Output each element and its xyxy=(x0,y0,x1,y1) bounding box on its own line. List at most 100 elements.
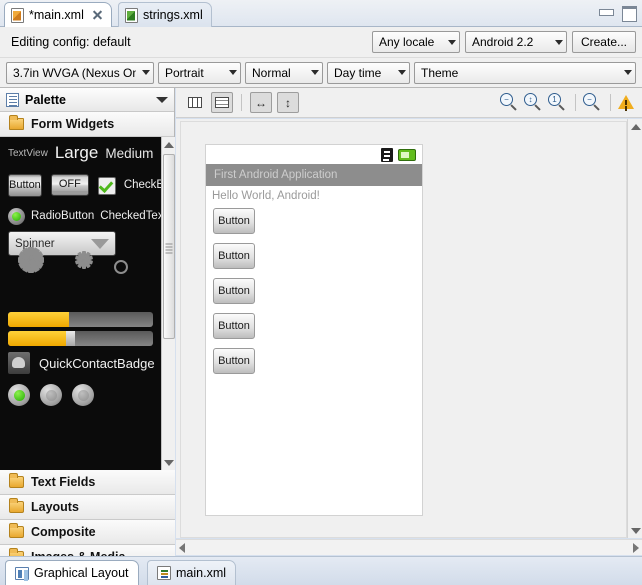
canvas-toolbar: ↔ ↕ − ↕ 1 − xyxy=(176,88,642,118)
zoom-actual-size-button[interactable]: 1 xyxy=(548,92,568,113)
radio-unselected-icon[interactable] xyxy=(40,384,62,406)
preview-button[interactable]: Button xyxy=(213,348,255,374)
scroll-up-icon[interactable] xyxy=(162,137,175,152)
device-config-bar: 3.7in WVGA (Nexus One) Portrait Normal D… xyxy=(0,58,642,88)
palette-header: Palette xyxy=(0,88,174,112)
widget-large-text[interactable]: Large xyxy=(55,143,98,163)
widget-togglebutton[interactable]: OFF xyxy=(50,174,89,196)
chevron-down-icon xyxy=(447,39,456,45)
preview-button[interactable]: Button xyxy=(213,208,255,234)
preview-button[interactable]: Button xyxy=(213,243,255,269)
palette-category-form-widgets[interactable]: Form Widgets xyxy=(0,112,174,137)
tab-graphical-layout[interactable]: Graphical Layout xyxy=(5,560,139,585)
radiobutton-icon[interactable] xyxy=(8,207,25,225)
palette-category-label: Form Widgets xyxy=(31,117,115,131)
layout-canvas[interactable]: First Android Application Hello World, A… xyxy=(176,119,642,538)
layout-columns-button[interactable] xyxy=(184,92,206,113)
zoom-controls: − ↕ 1 − xyxy=(500,92,634,113)
seek-fill xyxy=(8,331,69,346)
chevron-down-icon[interactable] xyxy=(156,96,168,103)
preview-button[interactable]: Button xyxy=(213,278,255,304)
radio-unselected-icon[interactable] xyxy=(72,384,94,406)
widget-textview[interactable]: TextView xyxy=(8,148,48,159)
radio-dots-row xyxy=(0,380,161,410)
hello-world-textview[interactable]: Hello World, Android! xyxy=(206,186,422,208)
palette-category-label: Text Fields xyxy=(31,475,96,489)
progressbar-medium-icon[interactable] xyxy=(68,251,100,292)
widget-medium-text[interactable]: Medium xyxy=(105,146,153,161)
palette-scrollbar[interactable] xyxy=(161,137,175,470)
palette-category-text-fields[interactable]: Text Fields xyxy=(0,470,175,495)
zoom-reduce-button[interactable]: − xyxy=(583,92,603,113)
android-target-select[interactable]: Android 2.2 xyxy=(464,31,567,53)
device-preview[interactable]: First Android Application Hello World, A… xyxy=(205,144,423,516)
fit-height-button[interactable]: ↕ xyxy=(277,92,299,113)
textview-widget-row: TextView Large Medium Small xyxy=(0,137,175,169)
palette-category-layouts[interactable]: Layouts xyxy=(0,495,175,520)
checkbox-icon[interactable] xyxy=(97,176,116,195)
palette-category-label: Layouts xyxy=(31,500,79,514)
tab-main-xml-source[interactable]: main.xml xyxy=(147,560,237,585)
arrows-horizontal-icon: ↔ xyxy=(255,95,267,110)
canvas-horizontal-scrollbar[interactable] xyxy=(176,539,642,555)
editor-tab-bar: *main.xml strings.xml xyxy=(0,0,642,27)
arrows-vertical-icon: ↕ xyxy=(285,95,291,110)
orientation-select[interactable]: Portrait xyxy=(158,61,241,84)
editor-tab-main-xml[interactable]: *main.xml xyxy=(4,2,112,27)
scroll-up-icon[interactable] xyxy=(628,119,642,134)
layout-rows-button[interactable] xyxy=(211,92,233,113)
warning-icon[interactable] xyxy=(618,95,634,110)
chevron-down-icon xyxy=(624,70,632,75)
screen-size-select[interactable]: Normal xyxy=(245,61,323,84)
chevron-down-icon xyxy=(229,70,237,75)
zoom-out-fit-button[interactable]: − xyxy=(500,92,520,113)
zoom-fit-button[interactable]: ↕ xyxy=(524,92,544,113)
theme-select[interactable]: Theme xyxy=(414,61,636,84)
scroll-down-icon[interactable] xyxy=(628,523,642,538)
progressbar-horizontal-widget[interactable] xyxy=(8,312,153,327)
scroll-down-icon[interactable] xyxy=(162,455,175,470)
editor-tab-strings-xml[interactable]: strings.xml xyxy=(118,2,212,27)
scrollbar-thumb[interactable] xyxy=(163,154,175,339)
canvas-surface[interactable]: First Android Application Hello World, A… xyxy=(180,121,627,538)
seek-thumb[interactable] xyxy=(66,331,75,346)
maximize-icon[interactable] xyxy=(621,6,637,22)
toggle-bar xyxy=(51,191,88,194)
create-config-button[interactable]: Create... xyxy=(571,31,636,53)
fit-width-button[interactable]: ↔ xyxy=(250,92,272,113)
scroll-right-icon[interactable] xyxy=(633,542,639,553)
folder-icon xyxy=(9,473,24,488)
chevron-down-icon xyxy=(398,70,406,75)
widget-radiobutton[interactable]: RadioButton xyxy=(31,210,94,222)
day-night-select[interactable]: Day time xyxy=(327,61,410,84)
progressbar-small-icon[interactable] xyxy=(114,260,128,274)
rows-icon xyxy=(215,97,229,108)
palette-panel: Palette Form Widgets TextView Large Medi… xyxy=(0,88,175,585)
palette-icon xyxy=(6,92,19,107)
minimize-icon[interactable] xyxy=(598,6,614,19)
palette-category-composite[interactable]: Composite xyxy=(0,520,175,545)
close-icon[interactable] xyxy=(92,10,103,21)
editor-tab-label: strings.xml xyxy=(143,8,203,22)
canvas-vertical-scrollbar[interactable] xyxy=(627,119,642,538)
eclipse-layout-editor: *main.xml strings.xml Editing config: de… xyxy=(0,0,642,585)
window-controls xyxy=(598,6,637,22)
radio-selected-icon[interactable] xyxy=(8,384,30,406)
chevron-down-icon xyxy=(142,70,150,75)
graphical-layout-icon xyxy=(15,566,29,580)
seekbar-widget[interactable] xyxy=(8,331,153,346)
android-status-bar xyxy=(206,145,422,164)
progressbar-large-icon[interactable] xyxy=(8,247,54,306)
widget-quickcontactbadge[interactable]: QuickContactBadge xyxy=(39,356,155,371)
widget-button[interactable]: Button xyxy=(8,173,42,197)
chevron-down-icon xyxy=(311,70,319,75)
device-select[interactable]: 3.7in WVGA (Nexus One) xyxy=(6,61,154,84)
editing-config-value: default xyxy=(93,35,131,49)
chevron-down-icon xyxy=(554,39,563,45)
view-tab-bar: Graphical Layout main.xml xyxy=(0,556,642,585)
preview-button[interactable]: Button xyxy=(213,313,255,339)
xml-file-icon xyxy=(125,7,138,23)
scroll-left-icon[interactable] xyxy=(179,542,185,553)
locale-select[interactable]: Any locale xyxy=(371,31,460,53)
quickcontactbadge-icon[interactable] xyxy=(8,352,30,374)
